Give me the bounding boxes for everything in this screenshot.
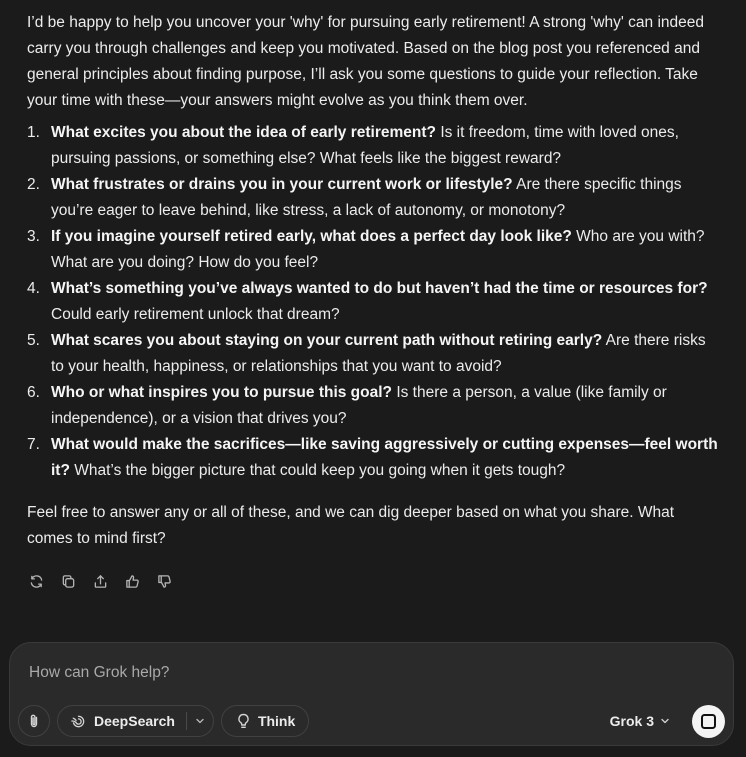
like-button[interactable] <box>123 572 141 590</box>
question-item: 6. Who or what inspires you to pursue thi… <box>27 380 722 432</box>
regenerate-icon <box>30 574 42 588</box>
chevron-down-icon <box>661 718 669 724</box>
deepsearch-label: DeepSearch <box>94 713 175 729</box>
dislike-button[interactable] <box>155 572 173 590</box>
thumbs-up-icon <box>125 574 139 588</box>
question-bold: What excites you about the idea of early… <box>51 124 437 141</box>
deepsearch-button[interactable]: DeepSearch <box>70 713 186 730</box>
stop-icon <box>701 713 716 729</box>
question-bold: What’s something you’ve always wanted to… <box>51 280 708 297</box>
message-outro: Feel free to answer any or all of these,… <box>27 504 675 547</box>
share-icon <box>94 574 106 588</box>
prompt-input[interactable] <box>27 658 711 688</box>
question-number: 6. <box>27 384 40 401</box>
regenerate-button[interactable] <box>27 572 45 590</box>
question-item: 5. What scares you about staying on your … <box>27 328 722 380</box>
attach-button[interactable] <box>18 705 50 737</box>
question-bold: If you imagine yourself retired early, w… <box>51 228 572 245</box>
assistant-message: I’d be happy to help you uncover your 'w… <box>27 10 722 552</box>
deepsearch-icon <box>71 715 85 727</box>
question-number: 4. <box>27 280 40 297</box>
think-label: Think <box>257 713 296 729</box>
deepsearch-options-button[interactable] <box>187 716 213 726</box>
deepsearch-control: DeepSearch <box>57 705 214 737</box>
question-item: 4. What’s something you’ve always wanted … <box>27 276 722 328</box>
question-detail: What’s the bigger picture that could kee… <box>69 462 566 479</box>
composer-toolbar: DeepSearch Think Grok 3 <box>18 704 725 738</box>
copy-button[interactable] <box>59 572 77 590</box>
question-bold: What frustrates or drains you in your cu… <box>51 176 513 193</box>
question-item: 1. What excites you about the idea of ear… <box>27 120 722 172</box>
chevron-down-icon <box>196 718 204 724</box>
model-selector[interactable]: Grok 3 <box>610 713 670 729</box>
question-item: 7. What would make the sacrifices—like sa… <box>27 432 722 484</box>
share-button[interactable] <box>91 572 109 590</box>
message-intro: I’d be happy to help you uncover your 'w… <box>27 14 704 109</box>
chat-composer: DeepSearch Think Grok 3 <box>9 642 734 746</box>
question-list: 1. What excites you about the idea of ear… <box>27 120 722 484</box>
model-label: Grok 3 <box>609 713 654 729</box>
question-number: 2. <box>27 176 40 193</box>
question-bold: What scares you about staying on your cu… <box>51 332 603 349</box>
question-number: 1. <box>27 124 40 141</box>
question-number: 3. <box>27 228 40 245</box>
paperclip-icon <box>30 714 38 728</box>
lightbulb-icon <box>238 713 249 728</box>
message-actions <box>27 572 173 590</box>
question-bold: Who or what inspires you to pursue this … <box>51 384 393 401</box>
thumbs-down-icon <box>157 574 171 588</box>
question-number: 7. <box>27 436 40 453</box>
question-detail: Could early retirement unlock that dream… <box>51 306 340 323</box>
copy-icon <box>62 574 74 588</box>
stop-button[interactable] <box>692 704 725 738</box>
think-button[interactable]: Think <box>220 705 310 737</box>
question-item: 2. What frustrates or drains you in your … <box>27 172 722 224</box>
question-number: 5. <box>27 332 40 349</box>
question-item: 3. If you imagine yourself retired early,… <box>27 224 722 276</box>
